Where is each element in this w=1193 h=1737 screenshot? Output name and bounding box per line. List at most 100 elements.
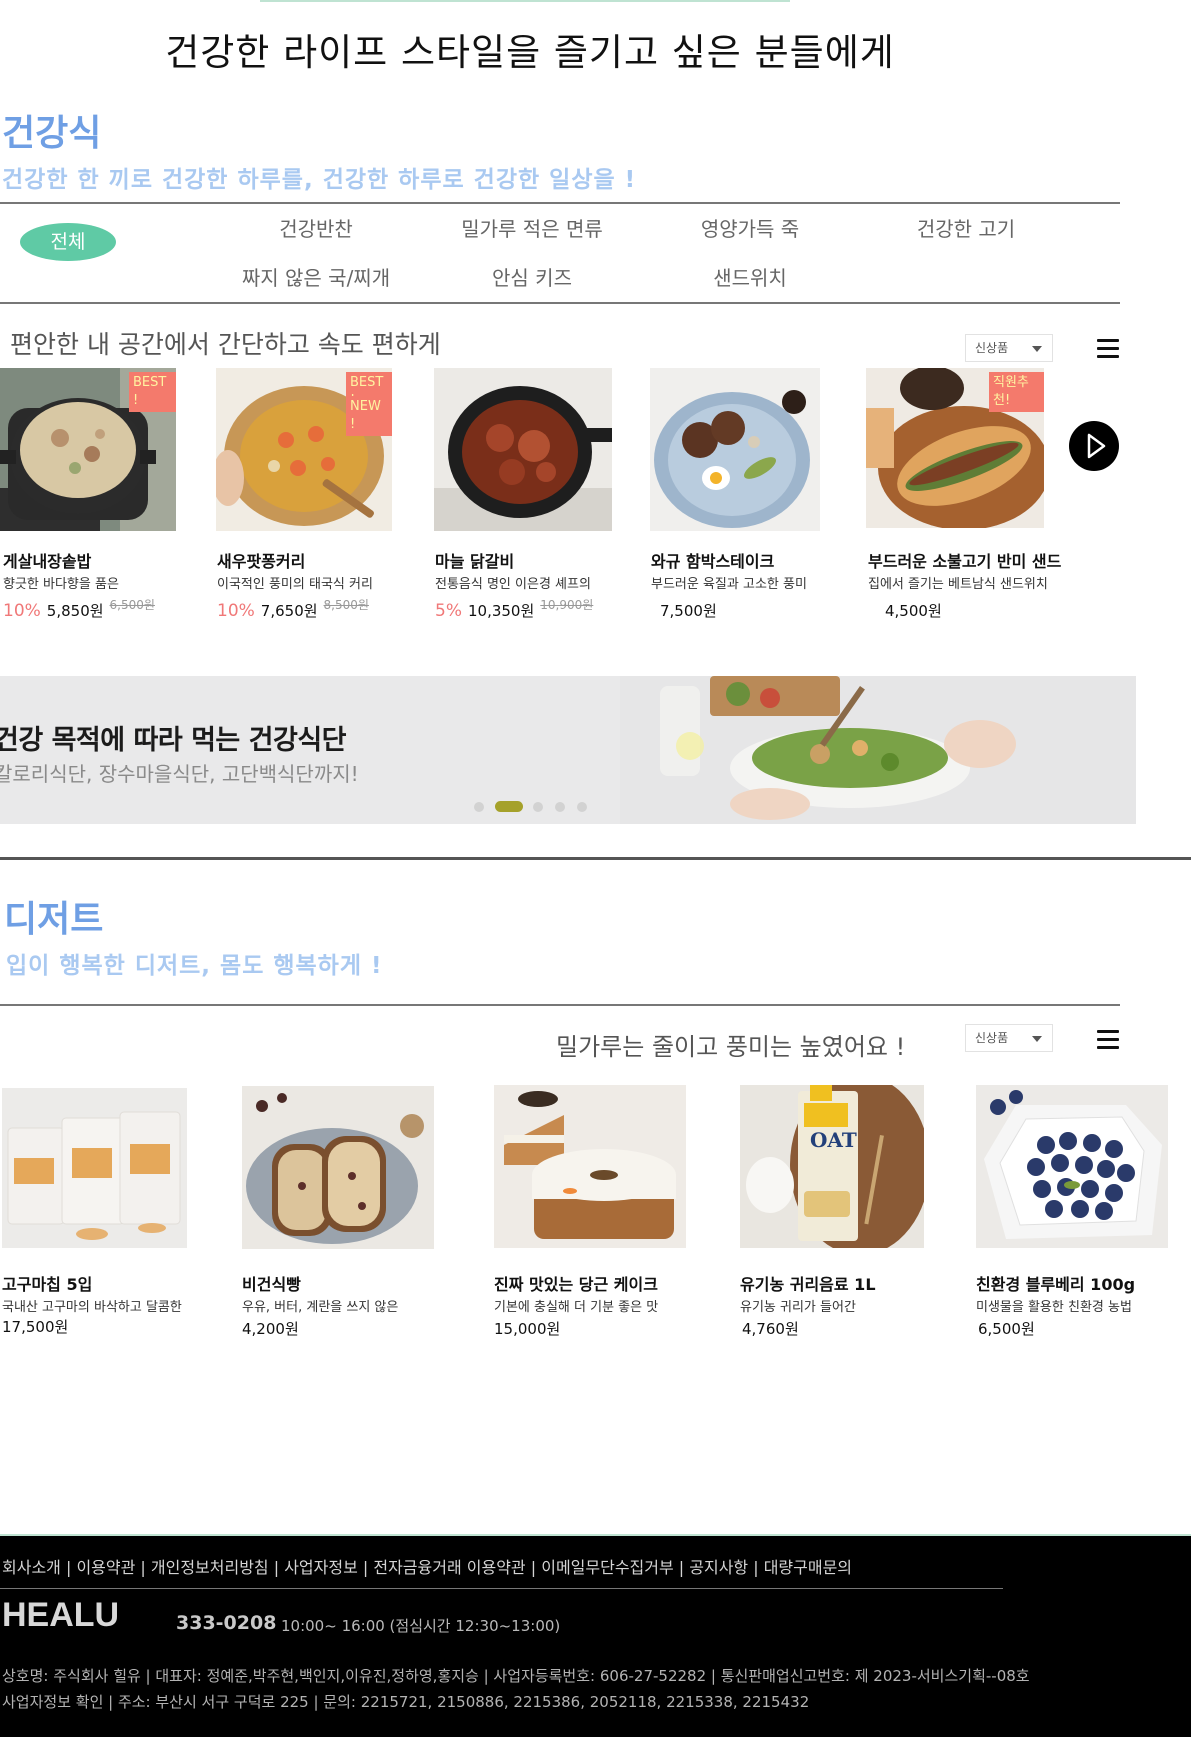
svg-text:OAT: OAT xyxy=(810,1128,857,1152)
dessert-card-3[interactable] xyxy=(494,1085,686,1248)
product-name[interactable]: 부드러운 소불고기 반미 샌드 xyxy=(868,548,1061,572)
original-price: 6,500원 xyxy=(109,598,155,612)
category-soup[interactable]: 짜지 않은 국/찌개 xyxy=(206,262,426,291)
section-divider xyxy=(0,857,1191,860)
product-name[interactable]: 친환경 블루베리 100g xyxy=(976,1271,1135,1295)
product-desc: 기본에 충실해 더 기분 좋은 맛 xyxy=(494,1300,659,1315)
footer-phone: 333-0208 xyxy=(176,1612,277,1634)
banner-title: 건강 목적에 따라 먹는 건강식단 xyxy=(0,725,347,756)
product-desc: 집에서 즐기는 베트남식 샌드위치 xyxy=(868,577,1048,592)
caret-down-icon xyxy=(1032,346,1042,352)
sort-dropdown-label: 신상품 xyxy=(975,341,1009,355)
carousel-next-button[interactable] xyxy=(1069,421,1119,471)
product-desc: 미생물을 활용한 친환경 농법 xyxy=(976,1300,1132,1315)
product-name[interactable]: 와규 함박스테이크 xyxy=(651,548,774,572)
sale-price: 15,000원 xyxy=(494,1320,561,1338)
vegan-bread-image xyxy=(242,1086,434,1249)
product-desc: 국내산 고구마의 바삭하고 달콤한 xyxy=(2,1300,182,1315)
discount-rate: 5% xyxy=(435,601,462,621)
product-card-4[interactable] xyxy=(650,368,820,531)
caret-down-icon xyxy=(1032,1036,1042,1042)
sort-dropdown-label: 신상품 xyxy=(975,1031,1009,1045)
footer-logo: HEALU xyxy=(2,1596,120,1634)
product-name[interactable]: 새우팟퐁커리 xyxy=(217,548,305,572)
dessert-card-4[interactable]: OAT xyxy=(740,1075,930,1255)
product-card-5[interactable]: 직원추천! xyxy=(866,366,1050,530)
play-icon xyxy=(1087,433,1106,459)
page-headline: 건강한 라이프 스타일을 즐기고 싶은 분들에게 xyxy=(165,31,895,74)
sale-price: 4,500원 xyxy=(885,602,942,620)
oat-drink-image: OAT xyxy=(740,1075,930,1255)
product-name[interactable]: 게살내장솥밥 xyxy=(3,548,91,572)
product-desc: 유기농 귀리가 들어간 xyxy=(740,1300,856,1315)
dessert-card-1[interactable] xyxy=(2,1088,187,1248)
sale-price: 10,350원 xyxy=(467,602,535,620)
slide-dot[interactable] xyxy=(533,802,543,812)
original-price: 10,900원 xyxy=(540,598,594,612)
divider xyxy=(0,1004,1120,1006)
badge-best: BEST ! xyxy=(129,372,176,412)
sale-price: 7,650원 xyxy=(260,602,318,620)
product-name[interactable]: 진짜 맛있는 당근 케이크 xyxy=(494,1271,658,1295)
badge-staff-pick: 직원추천! xyxy=(989,372,1044,412)
discount-rate: 10% xyxy=(217,601,255,621)
product-price-row: 10% 5,850원 6,500원 xyxy=(3,598,155,621)
product-desc: 전통음식 명인 이은경 셰프의 xyxy=(435,577,591,592)
footer-top-line xyxy=(0,1534,1191,1536)
product-card-1[interactable]: BEST ! xyxy=(0,368,176,531)
divider xyxy=(0,202,1120,204)
category-side-dish[interactable]: 건강반찬 xyxy=(206,213,426,242)
sale-price: 6,500원 xyxy=(978,1320,1035,1338)
product-card-3[interactable] xyxy=(434,368,614,531)
slide-dot[interactable] xyxy=(555,802,565,812)
healthy-row-title: 편안한 내 공간에서 간단하고 속도 편하게 xyxy=(10,330,441,359)
footer-company-info: 상호명: 주식회사 힐유 | 대표자: 정예준,박주현,백인지,이유진,정하영,… xyxy=(2,1667,1030,1685)
category-porridge[interactable]: 영양가득 죽 xyxy=(640,213,860,242)
carrot-cake-image xyxy=(494,1085,686,1248)
healthy-section-title: 건강식 xyxy=(2,113,102,154)
category-meat[interactable]: 건강한 고기 xyxy=(856,213,1076,242)
slide-dot[interactable] xyxy=(474,802,484,812)
category-sandwich[interactable]: 샌드위치 xyxy=(640,262,860,291)
footer-divider xyxy=(0,1588,1003,1589)
sale-price: 5,850원 xyxy=(46,602,104,620)
slide-dot-active[interactable] xyxy=(495,801,523,812)
product-desc: 우유, 버터, 계란을 쓰지 않은 xyxy=(242,1300,399,1315)
product-name[interactable]: 비건식빵 xyxy=(242,1271,301,1295)
sale-price: 4,760원 xyxy=(742,1320,799,1338)
product-card-2[interactable]: BEST ! NEW ! xyxy=(212,368,392,531)
blueberry-image xyxy=(976,1085,1168,1248)
footer-hours: 10:00~ 16:00 (점심시간 12:30~13:00) xyxy=(281,1617,561,1635)
healthy-section-subtitle: 건강한 한 끼로 건강한 하루를, 건강한 하루로 건강한 일상을 ! xyxy=(2,167,637,193)
category-low-flour-noodles[interactable]: 밀가루 적은 면류 xyxy=(422,213,642,242)
product-desc: 향긋한 바다향을 품은 xyxy=(3,577,119,592)
product-desc: 부드러운 육질과 고소한 풍미 xyxy=(651,577,807,592)
slide-dot[interactable] xyxy=(577,802,587,812)
category-kids[interactable]: 안심 키즈 xyxy=(422,262,642,291)
sale-price: 17,500원 xyxy=(2,1318,69,1336)
product-name[interactable]: 고구마칩 5입 xyxy=(2,1271,92,1295)
menu-icon[interactable] xyxy=(1097,1030,1119,1050)
site-footer: 회사소개 | 이용약관 | 개인정보처리방침 | 사업자정보 | 전자금융거래 … xyxy=(0,1534,1191,1737)
dessert-card-2[interactable] xyxy=(242,1086,434,1249)
promo-banner[interactable]: 건강 목적에 따라 먹는 건강식단 칼로리식단, 장수마을식단, 고단백식단까지… xyxy=(0,676,1136,824)
sort-dropdown[interactable]: 신상품 xyxy=(965,1024,1053,1052)
footer-contact-info: 사업자정보 확인 | 주소: 부산시 서구 구덕로 225 | 문의: 2215… xyxy=(2,1693,810,1711)
dessert-card-5[interactable] xyxy=(976,1085,1168,1248)
footer-links[interactable]: 회사소개 | 이용약관 | 개인정보처리방침 | 사업자정보 | 전자금융거래 … xyxy=(2,1554,852,1578)
dakgalbi-pan-image xyxy=(434,368,614,531)
product-name[interactable]: 유기농 귀리음료 1L xyxy=(740,1271,876,1295)
top-accent-line xyxy=(260,0,790,2)
divider xyxy=(0,302,1120,304)
dessert-section-subtitle: 입이 행복한 디저트, 몸도 행복하게 ! xyxy=(6,953,383,979)
product-name[interactable]: 마늘 닭갈비 xyxy=(435,548,514,572)
menu-icon[interactable] xyxy=(1097,339,1119,359)
category-all-button[interactable]: 전체 xyxy=(20,223,116,261)
salad-bowl-image xyxy=(620,676,1136,824)
sale-price: 4,200원 xyxy=(242,1320,299,1338)
dessert-row-title: 밀가루는 줄이고 풍미는 높였어요 ! xyxy=(556,1033,906,1061)
dessert-section-title: 디저트 xyxy=(4,899,104,940)
sort-dropdown[interactable]: 신상품 xyxy=(965,334,1053,362)
product-desc: 이국적인 풍미의 태국식 커리 xyxy=(217,577,373,592)
discount-rate: 10% xyxy=(3,601,41,621)
